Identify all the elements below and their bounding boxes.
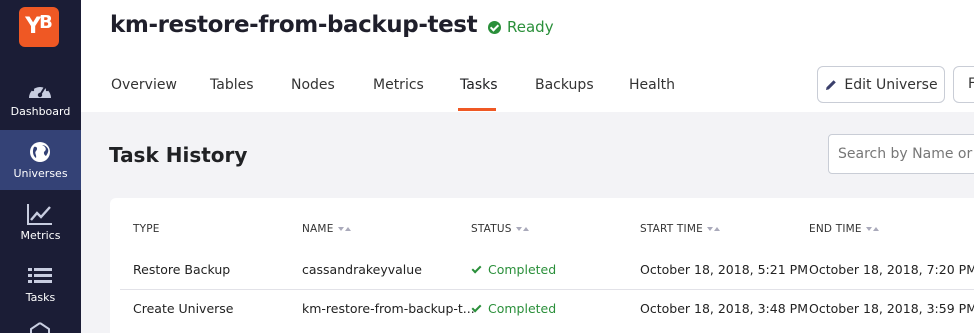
sidebar-item-label: Tasks — [25, 291, 56, 304]
column-header-name[interactable]: NAME — [302, 223, 351, 235]
column-header-label: STATUS — [471, 223, 512, 235]
cell-start-time: October 18, 2018, 3:48 PM — [640, 301, 808, 316]
column-header-label: NAME — [302, 223, 334, 235]
tab-tasks[interactable]: Tasks — [460, 77, 498, 93]
status-text: Completed — [488, 262, 557, 277]
more-actions-button[interactable]: F — [953, 66, 974, 103]
sort-icon[interactable] — [706, 227, 720, 231]
cell-name[interactable]: cassandrakeyvalue — [302, 262, 422, 277]
section-title: Task History — [109, 143, 248, 167]
active-tab-indicator — [458, 108, 496, 111]
sidebar-item-tasks[interactable]: Tasks — [0, 254, 81, 314]
sort-icon[interactable] — [865, 227, 879, 231]
cell-end-time: October 18, 2018, 7:20 PM — [809, 262, 974, 277]
pencil-icon — [826, 79, 837, 90]
tab-health[interactable]: Health — [629, 77, 675, 93]
list-icon — [28, 268, 52, 283]
tab-metrics[interactable]: Metrics — [373, 77, 424, 93]
sidebar-item-label: Metrics — [20, 229, 61, 242]
sidebar: YB Dashboard Universes Metrics Tasks — [0, 0, 81, 333]
status-text: Completed — [488, 301, 557, 316]
settings-icon[interactable] — [27, 321, 53, 333]
sidebar-item-dashboard[interactable]: Dashboard — [0, 68, 81, 128]
status-label: Ready — [507, 18, 554, 36]
cell-type: Create Universe — [133, 301, 234, 316]
tab-nodes[interactable]: Nodes — [291, 77, 335, 93]
cell-status: Completed — [471, 262, 557, 277]
check-icon — [471, 302, 482, 312]
column-header-status[interactable]: STATUS — [471, 223, 529, 235]
tab-tables[interactable]: Tables — [210, 77, 254, 93]
cell-name[interactable]: km-restore-from-backup-t... — [302, 301, 475, 316]
sidebar-item-metrics[interactable]: Metrics — [0, 192, 81, 252]
status-badge: Ready — [488, 18, 554, 36]
edit-universe-label: Edit Universe — [844, 76, 938, 93]
cell-end-time: October 18, 2018, 3:59 PM — [809, 301, 974, 316]
chart-line-icon — [27, 204, 52, 225]
column-header-label: END TIME — [809, 223, 862, 235]
globe-icon — [30, 142, 50, 162]
sort-icon[interactable] — [515, 227, 529, 231]
more-actions-label: F — [968, 76, 974, 92]
tab-overview[interactable]: Overview — [111, 77, 177, 93]
search-input[interactable]: Search by Name or Typ — [828, 134, 974, 174]
sidebar-item-label: Dashboard — [10, 105, 71, 118]
column-header-label: TYPE — [133, 223, 160, 235]
edit-universe-button[interactable]: Edit Universe — [817, 66, 945, 103]
check-circle-icon — [488, 20, 501, 34]
dashboard-icon — [29, 83, 51, 98]
column-header-label: START TIME — [640, 223, 703, 235]
sidebar-item-universes[interactable]: Universes — [0, 130, 81, 190]
cell-type: Restore Backup — [133, 262, 231, 277]
app-logo[interactable]: YB — [19, 7, 59, 47]
row-divider — [120, 289, 974, 290]
sort-icon[interactable] — [337, 227, 351, 231]
column-header-end-time[interactable]: END TIME — [809, 223, 879, 235]
cell-status: Completed — [471, 301, 557, 316]
column-header-start-time[interactable]: START TIME — [640, 223, 720, 235]
tab-backups[interactable]: Backups — [535, 77, 594, 93]
column-header-type[interactable]: TYPE — [133, 223, 160, 235]
page-title: km-restore-from-backup-test — [110, 12, 478, 38]
cell-start-time: October 18, 2018, 5:21 PM — [640, 262, 808, 277]
sidebar-item-label: Universes — [13, 167, 68, 180]
check-icon — [471, 263, 482, 273]
